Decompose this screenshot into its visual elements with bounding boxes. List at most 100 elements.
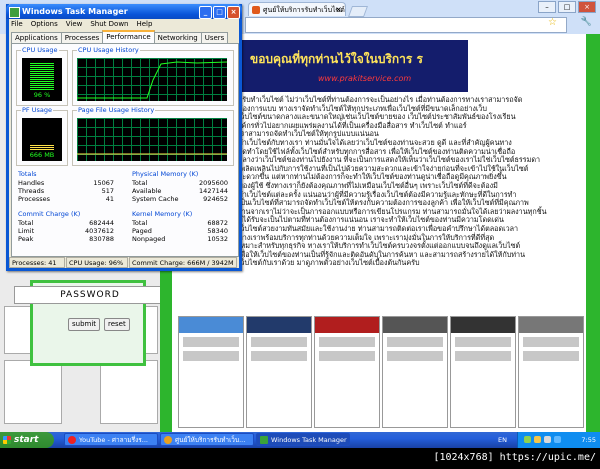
stat-value: 682444 [89,219,114,227]
stat-label: Nonpaged [132,235,166,243]
stat-label: Threads [18,187,45,195]
banner-title: ขอบคุณที่ทุกท่านไว้ใจในบริการ ร [250,52,423,66]
task-manager-icon [260,436,268,444]
browser-icon [164,436,172,444]
taskbar: start YouTube - ศาลามรึ่งร... ศูนย์ให้บร… [0,432,600,448]
stat-value: 517 [101,187,114,195]
thumbnail[interactable] [518,316,584,428]
banner-url[interactable]: www.prakitservice.com [318,74,411,83]
stat-value: 924652 [203,195,228,203]
totals-box: Totals Handles 15067 Threads 517 Processes… [18,170,114,203]
sidebar-block [4,360,62,424]
reset-button[interactable]: reset [104,318,130,331]
close-button[interactable]: × [227,6,240,19]
submit-button[interactable]: submit [68,318,101,331]
maximize-button[interactable]: □ [558,1,576,13]
taskbar-button-label: Windows Task Manager [271,436,347,444]
browser-window-controls: – □ × [538,1,596,13]
minimize-button[interactable]: _ [199,6,212,19]
thumbnail[interactable] [246,316,312,428]
taskbar-button-task-manager[interactable]: Windows Task Manager [256,433,350,446]
menu-shut-down[interactable]: Shut Down [90,20,128,28]
stat-label: Paged [132,227,152,235]
system-tray: EN 7:55 [498,432,600,448]
address-bar[interactable] [245,17,567,33]
tab-processes[interactable]: Processes [60,32,104,43]
thumbnail[interactable] [382,316,448,428]
cpu-history-graph [77,58,227,101]
status-processes: Processes: 41 [9,257,65,268]
tab-networking[interactable]: Networking [153,32,202,43]
stat-label: Handles [18,179,45,187]
stat-value: 15067 [93,179,114,187]
password-field[interactable]: PASSWORD [14,286,166,304]
menu-options[interactable]: Options [31,20,58,28]
body-text: ผู้รับทำเว็บไซต์ ไม่ว่าเว็บไซต์ที่ท่านต้… [238,95,547,268]
physical-memory-label: Physical Memory (K) [132,170,199,178]
tray-icon[interactable] [534,436,541,443]
start-label: start [14,435,39,445]
taskbar-button-website[interactable]: ศูนย์ให้บริการรับทำเว็บ... [160,433,254,446]
language-indicator[interactable]: EN [498,432,507,448]
cpu-usage-meter: 96 % [22,58,62,101]
kernel-memory-label: Kernel Memory (K) [132,210,193,218]
taskbar-button-label: ศูนย์ให้บริการรับทำเว็บ... [175,436,246,444]
close-button[interactable]: × [578,1,596,13]
stat-label: Peak [18,235,34,243]
minimize-button[interactable]: – [538,1,556,13]
watermark-bar: [1024x768] https://upic.me/ [0,448,600,469]
stat-value: 2095600 [199,179,228,187]
bookmark-star-icon[interactable]: ☆ [548,17,557,28]
browser-tab-title: ศูนย์ให้บริการรับทำเว็บไซต์ ร้... [263,6,345,14]
cpu-usage-label: CPU Usage [21,46,59,54]
cpu-usage-group: CPU Usage 96 % [16,46,68,106]
stat-value: 830788 [89,235,114,243]
performance-panel: CPU Usage 96 % CPU Usage History PF Usag… [11,43,239,257]
stat-value: 58340 [207,227,228,235]
task-manager-titlebar[interactable]: Windows Task Manager _ □ × [6,4,242,19]
thumbnail[interactable] [450,316,516,428]
tab-users[interactable]: Users [200,32,229,43]
status-bar: Processes: 41 CPU Usage: 96% Commit Char… [9,257,239,268]
stat-label: System Cache [132,195,179,203]
tab-applications[interactable]: Applications [11,32,62,43]
taskbar-button-label: YouTube - ศาลามรึ่งร... [79,436,148,444]
cpu-history-group: CPU Usage History [72,46,234,106]
taskbar-button-youtube[interactable]: YouTube - ศาลามรึ่งร... [64,433,158,446]
task-manager-icon [9,7,20,18]
new-tab-button[interactable] [347,6,369,17]
pf-usage-value: 666 MB [29,151,55,159]
menu-bar: File Options View Shut Down Help [11,20,152,28]
volume-icon[interactable] [544,436,551,443]
tray-icon[interactable] [524,436,531,443]
cpu-usage-value: 96 % [33,91,51,99]
menu-help[interactable]: Help [136,20,152,28]
menu-view[interactable]: View [66,20,83,28]
clock[interactable]: 7:55 [581,432,596,448]
stat-label: Total [132,179,148,187]
stat-value: 1427144 [199,187,228,195]
tab-close-icon[interactable]: × [335,3,342,16]
network-icon[interactable] [554,436,561,443]
pf-history-group: Page File Usage History [72,106,234,166]
browser-tab[interactable]: ศูนย์ให้บริการรับทำเว็บไซต์ ร้... × [248,2,346,16]
watermark: [1024x768] https://upic.me/ [433,452,596,463]
stat-value: 4037612 [85,227,114,235]
desktop: ศูนย์ให้บริการรับทำเว็บไซต์ ร้... × – □ … [0,0,600,469]
status-cpu-usage: CPU Usage: 96% [66,257,128,268]
thumbnail[interactable] [178,316,244,428]
thumbnail[interactable] [314,316,380,428]
stat-label: Limit [18,227,35,235]
tab-performance[interactable]: Performance [102,30,155,44]
menu-file[interactable]: File [11,20,23,28]
cpu-history-label: CPU Usage History [77,46,140,54]
stat-value: 41 [105,195,114,203]
stat-label: Total [132,219,148,227]
start-button[interactable]: start [0,432,54,448]
maximize-button[interactable]: □ [213,6,226,19]
wrench-icon[interactable]: 🔧 [581,17,592,27]
physical-memory-box: Physical Memory (K) Total 2095600 Availab… [132,170,228,203]
stat-label: Processes [18,195,51,203]
task-manager-window: Windows Task Manager _ □ × File Options … [6,4,242,271]
totals-label: Totals [18,170,37,178]
